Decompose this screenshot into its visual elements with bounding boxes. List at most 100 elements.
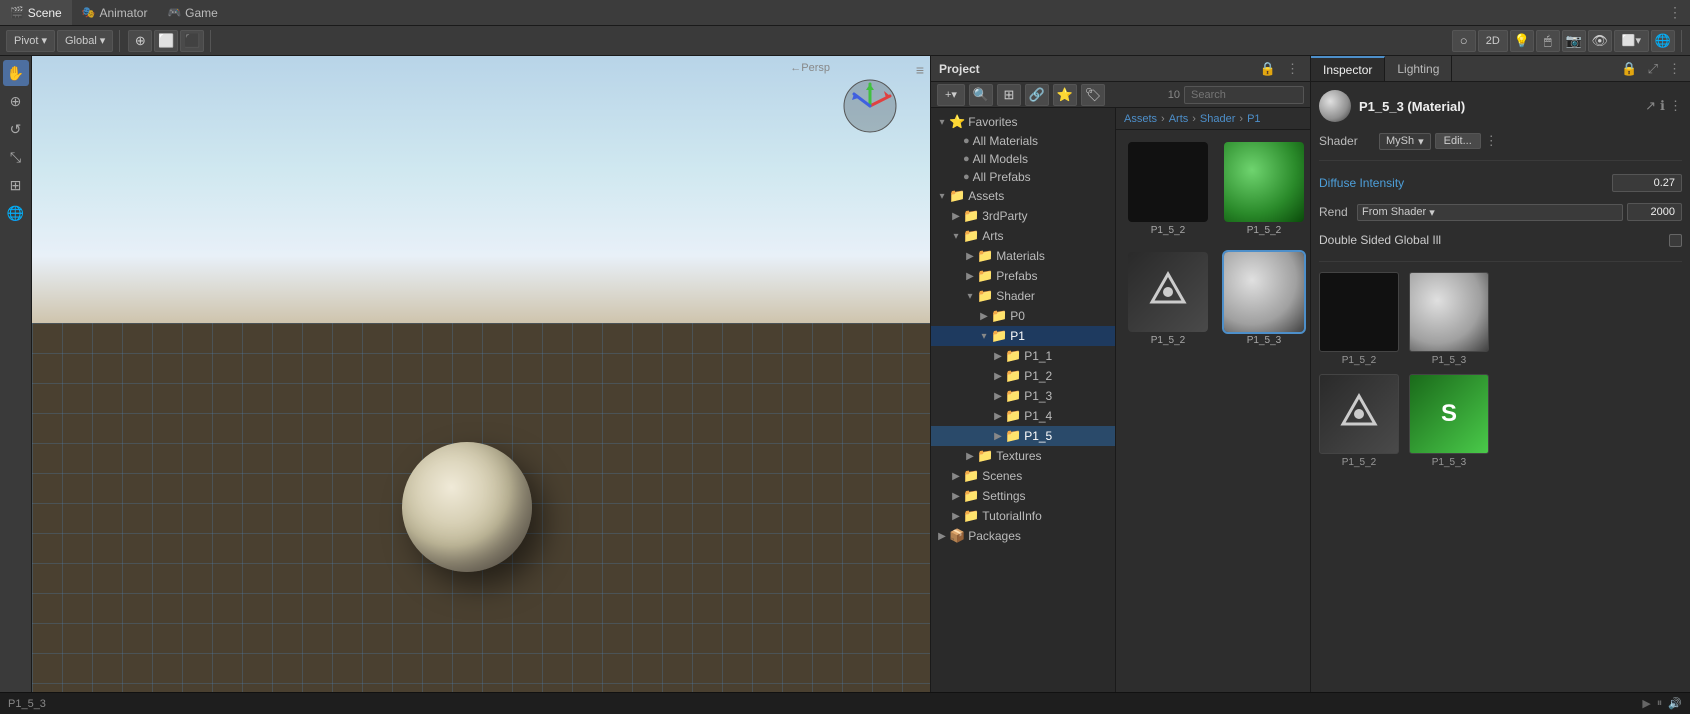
project-tag-btn[interactable]: 🏷 — [1081, 84, 1105, 106]
project-find-btn[interactable]: 🔍 — [969, 84, 993, 106]
asset-thumb-black — [1128, 142, 1208, 222]
project-search[interactable] — [1184, 86, 1304, 104]
inspector-menu-btn[interactable]: ⋮ — [1665, 60, 1684, 78]
inspector-lock-btn[interactable]: 🔒 — [1618, 60, 1640, 78]
hand-tool[interactable]: ✋ — [3, 60, 29, 86]
tex-p152-unity[interactable]: P1_5_2 — [1319, 374, 1399, 468]
transform-btn-1[interactable]: ⊕ — [128, 30, 152, 52]
tree-p1-3[interactable]: ▶ 📁 P1_3 — [931, 386, 1115, 406]
material-menu-btn[interactable]: ⋮ — [1669, 98, 1682, 114]
asset-p152-black[interactable]: P1_5_2 — [1124, 138, 1212, 240]
tree-p1-5[interactable]: ▶ 📁 P1_5 — [931, 426, 1115, 446]
tab-lighting[interactable]: Lighting — [1385, 56, 1452, 81]
breadcrumb-arts[interactable]: Arts — [1169, 113, 1189, 125]
sphere-view-btn[interactable]: ○ — [1452, 30, 1476, 52]
game-icon: 🎮 — [167, 6, 181, 19]
tex-p152-black[interactable]: P1_5_2 — [1319, 272, 1399, 366]
tree-scenes[interactable]: ▶ 📁 Scenes — [931, 466, 1115, 486]
tree-p1[interactable]: ▾ 📁 P1 — [931, 326, 1115, 346]
topbar-menu-btn[interactable]: ⋮ — [1660, 4, 1690, 21]
scene-view[interactable]: ←Persp ≡ — [32, 56, 930, 692]
tree-p0[interactable]: ▶ 📁 P0 — [931, 306, 1115, 326]
inspector-tabs: Inspector Lighting 🔒 ⤢ ⋮ — [1311, 56, 1690, 82]
tree-all-materials[interactable]: ● All Materials — [931, 132, 1115, 150]
tree-arts[interactable]: ▾ 📁 Arts — [931, 226, 1115, 246]
global-btn[interactable]: Global ▾ — [57, 30, 113, 52]
tree-all-prefabs[interactable]: ● All Prefabs — [931, 168, 1115, 186]
tree-textures[interactable]: ▶ 📁 Textures — [931, 446, 1115, 466]
move-tool[interactable]: ⊕ — [3, 88, 29, 114]
material-info-btn[interactable]: ℹ — [1660, 98, 1665, 114]
project-link-btn[interactable]: 🔗 — [1025, 84, 1049, 106]
cursor-btn[interactable]: 🖱 — [1536, 30, 1560, 52]
project-lock-btn[interactable]: 🔒 — [1257, 60, 1279, 78]
pivot-btn[interactable]: Pivot ▾ — [6, 30, 55, 52]
transform-btn-2[interactable]: ⬜ — [154, 30, 178, 52]
tree-assets[interactable]: ▾ 📁 Assets — [931, 186, 1115, 206]
tree-p1-4[interactable]: ▶ 📁 P1_4 — [931, 406, 1115, 426]
shader-edit-btn[interactable]: Edit... — [1435, 133, 1481, 149]
transform-btn-3[interactable]: ⬛ — [180, 30, 204, 52]
rend-number-input[interactable] — [1627, 203, 1682, 221]
double-sided-checkbox[interactable] — [1669, 234, 1682, 247]
tab-game[interactable]: 🎮 Game — [157, 0, 227, 25]
pause-btn[interactable]: ⏸ — [1657, 697, 1663, 710]
eye-btn[interactable]: 👁 — [1588, 30, 1612, 52]
project-add-btn[interactable]: +▾ — [937, 84, 965, 106]
diffuse-intensity-input[interactable] — [1612, 174, 1682, 192]
2d-btn[interactable]: 2D — [1478, 30, 1508, 52]
asset-p153-sphere[interactable]: P1_5_3 — [1220, 248, 1308, 350]
tab-scene[interactable]: 🎬 Scene — [0, 0, 72, 25]
transform-tool[interactable]: 🌐 — [3, 200, 29, 226]
tab-inspector[interactable]: Inspector — [1311, 56, 1385, 81]
asset-row-1: P1_5_2 P1_5_2 — [1124, 138, 1302, 240]
globe-btn[interactable]: 🌐 — [1651, 30, 1675, 52]
double-sided-label: Double Sided Global Ill — [1319, 233, 1663, 247]
shader-label: Shader — [1319, 134, 1379, 148]
shader-options-btn[interactable]: ⋮ — [1485, 133, 1498, 149]
tree-settings[interactable]: ▶ 📁 Settings — [931, 486, 1115, 506]
scene-perspective-label: ←Persp — [790, 62, 830, 74]
scene-sky — [32, 56, 930, 342]
tab-animator[interactable]: 🎭 Animator — [72, 0, 158, 25]
rend-dropdown[interactable]: From Shader ▾ — [1357, 204, 1623, 221]
tree-3rdparty[interactable]: ▶ 📁 3rdParty — [931, 206, 1115, 226]
shader-dropdown[interactable]: MySh ▾ — [1379, 133, 1431, 150]
rect-tool[interactable]: ⊞ — [3, 172, 29, 198]
scene-gizmo[interactable] — [840, 76, 900, 136]
rotate-tool[interactable]: ↺ — [3, 116, 29, 142]
inspector-body: P1_5_3 (Material) ↗ ℹ ⋮ Shader MySh ▾ Ed… — [1311, 82, 1690, 692]
tex-thumb-unity-insp — [1319, 374, 1399, 454]
scene-menu-icon[interactable]: ≡ — [916, 62, 924, 78]
asset-p152-green[interactable]: P1_5_2 — [1220, 138, 1308, 240]
tree-favorites[interactable]: ▾ ⭐ Favorites — [931, 112, 1115, 132]
scale-tool[interactable]: ⤡ — [3, 144, 29, 170]
tree-all-models[interactable]: ● All Models — [931, 150, 1115, 168]
divider-1 — [1319, 160, 1682, 161]
tex-p153-greens[interactable]: S P1_5_3 — [1409, 374, 1489, 468]
light-btn[interactable]: 💡 — [1510, 30, 1534, 52]
breadcrumb-shader[interactable]: Shader — [1200, 113, 1235, 125]
asset-area: Assets › Arts › Shader › P1 P1_5_2 — [1116, 108, 1310, 692]
project-filter-btn[interactable]: ⊞ — [997, 84, 1021, 106]
audio-btn[interactable]: 🔊 — [1668, 697, 1682, 710]
camera-btn[interactable]: 📷 — [1562, 30, 1586, 52]
project-menu-btn[interactable]: ⋮ — [1283, 60, 1302, 78]
tree-packages[interactable]: ▶ 📦 Packages — [931, 526, 1115, 546]
tex-p153-sphere[interactable]: P1_5_3 — [1409, 272, 1489, 366]
display-btn[interactable]: ⬜▾ — [1614, 30, 1649, 52]
diffuse-intensity-label: Diffuse Intensity — [1319, 176, 1612, 190]
project-star-btn[interactable]: ⭐ — [1053, 84, 1077, 106]
breadcrumb-assets[interactable]: Assets — [1124, 113, 1157, 125]
material-open-btn[interactable]: ↗ — [1645, 98, 1656, 114]
tree-p1-2[interactable]: ▶ 📁 P1_2 — [931, 366, 1115, 386]
tree-tutorialinfo[interactable]: ▶ 📁 TutorialInfo — [931, 506, 1115, 526]
tree-prefabs[interactable]: ▶ 📁 Prefabs — [931, 266, 1115, 286]
tree-shader[interactable]: ▾ 📁 Shader — [931, 286, 1115, 306]
asset-p152-unity[interactable]: P1_5_2 — [1124, 248, 1212, 350]
tree-p1-1[interactable]: ▶ 📁 P1_1 — [931, 346, 1115, 366]
inspector-expand-btn[interactable]: ⤢ — [1645, 60, 1661, 78]
breadcrumb-p1[interactable]: P1 — [1247, 113, 1260, 125]
tree-materials[interactable]: ▶ 📁 Materials — [931, 246, 1115, 266]
play-btn[interactable]: ▶ — [1642, 697, 1650, 710]
